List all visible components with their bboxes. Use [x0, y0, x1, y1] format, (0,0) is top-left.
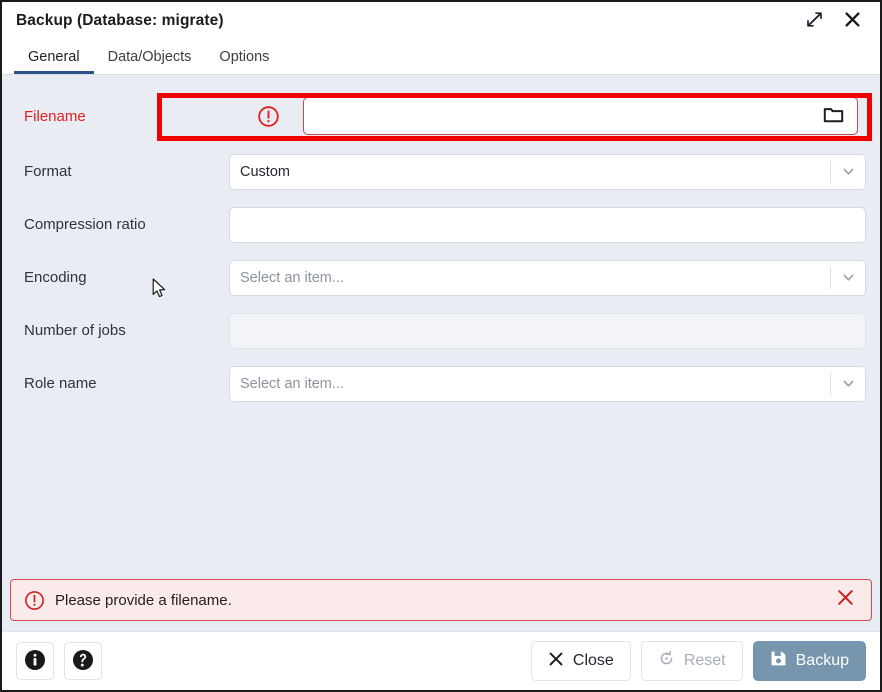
- general-tab-panel: Filename Format Custom Compression ratio…: [2, 75, 880, 579]
- number-of-jobs-field-wrap: [229, 312, 880, 349]
- role-name-chevron-down-icon[interactable]: [831, 376, 865, 391]
- tab-options-label: Options: [219, 49, 270, 65]
- compression-ratio-input[interactable]: [229, 206, 866, 243]
- encoding-select-value: Select an item...: [240, 269, 344, 286]
- dialog-title: Backup (Database: migrate): [16, 12, 224, 29]
- number-of-jobs-input: [229, 312, 866, 349]
- folder-icon: [823, 105, 844, 128]
- tab-general-label: General: [28, 49, 80, 65]
- close-icon: [844, 11, 861, 31]
- format-label: Format: [24, 163, 72, 180]
- dialog-tabs: General Data/Objects Options: [2, 40, 880, 75]
- alert-message: Please provide a filename.: [55, 591, 232, 609]
- alert-error-circle-icon: [23, 590, 45, 611]
- tab-data-objects-label: Data/Objects: [107, 49, 192, 65]
- close-window-button[interactable]: [840, 9, 864, 33]
- help-icon: [72, 649, 94, 674]
- expand-button[interactable]: [802, 9, 826, 33]
- field-row-compression-ratio: Compression ratio: [2, 198, 880, 251]
- tab-data-objects[interactable]: Data/Objects: [94, 40, 206, 74]
- field-row-format: Format Custom: [2, 145, 880, 198]
- dialog-titlebar: Backup (Database: migrate): [2, 2, 880, 40]
- tab-general[interactable]: General: [14, 40, 94, 74]
- reset-icon: [658, 650, 675, 672]
- field-row-filename: Filename: [2, 87, 880, 145]
- save-icon: [770, 650, 787, 672]
- help-button[interactable]: [64, 642, 102, 680]
- encoding-label: Encoding: [24, 269, 87, 286]
- backup-dialog: Backup (Database: migrate) General Data/…: [0, 0, 882, 692]
- backup-button[interactable]: Backup: [752, 641, 866, 681]
- expand-icon: [806, 11, 823, 31]
- role-name-field-wrap: Select an item...: [229, 365, 880, 402]
- format-field-wrap: Custom: [229, 153, 880, 190]
- close-icon: [836, 588, 855, 612]
- compression-ratio-label: Compression ratio: [24, 216, 146, 233]
- format-select[interactable]: Custom: [229, 153, 866, 190]
- close-icon: [548, 651, 564, 672]
- compression-ratio-field-wrap: [229, 206, 880, 243]
- info-button[interactable]: [16, 642, 54, 680]
- backup-button-label: Backup: [795, 652, 849, 669]
- alert-container: Please provide a filename.: [2, 579, 880, 631]
- footer-right-actions: Close Reset Backup: [530, 641, 866, 681]
- role-name-select[interactable]: Select an item...: [229, 365, 866, 402]
- reset-button-label: Reset: [683, 652, 726, 669]
- format-chevron-down-icon[interactable]: [831, 164, 865, 179]
- footer-left-actions: [16, 642, 102, 680]
- field-row-encoding: Encoding Select an item...: [2, 251, 880, 304]
- filename-browse-button[interactable]: [819, 105, 847, 128]
- close-button-label: Close: [572, 652, 614, 669]
- filename-field-area: [229, 97, 880, 135]
- close-button[interactable]: Close: [530, 641, 631, 681]
- field-row-role-name: Role name Select an item...: [2, 357, 880, 410]
- tab-options[interactable]: Options: [205, 40, 283, 74]
- info-icon: [24, 649, 46, 674]
- encoding-chevron-down-icon[interactable]: [831, 270, 865, 285]
- number-of-jobs-label: Number of jobs: [24, 322, 126, 339]
- format-select-value: Custom: [240, 163, 290, 180]
- dialog-footer: Close Reset Backup: [2, 631, 880, 690]
- titlebar-actions: [802, 9, 870, 33]
- filename-error-icon: [255, 105, 281, 128]
- alert-close-button[interactable]: [833, 588, 857, 612]
- role-name-label: Role name: [24, 375, 97, 392]
- role-name-select-value: Select an item...: [240, 375, 344, 392]
- reset-button[interactable]: Reset: [640, 641, 743, 681]
- error-alert: Please provide a filename.: [10, 579, 872, 621]
- encoding-field-wrap: Select an item...: [229, 259, 880, 296]
- field-row-number-of-jobs: Number of jobs: [2, 304, 880, 357]
- encoding-select[interactable]: Select an item...: [229, 259, 866, 296]
- filename-label: Filename: [24, 107, 86, 125]
- filename-input[interactable]: [303, 97, 858, 135]
